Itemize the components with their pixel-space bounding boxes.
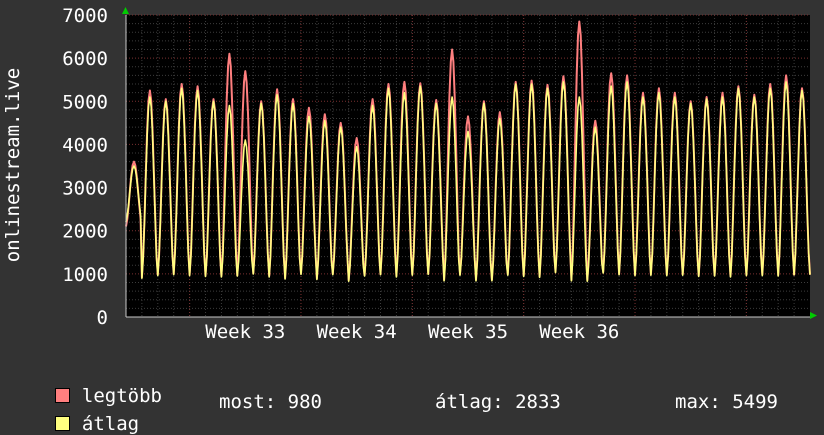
legend-swatch-avg xyxy=(54,416,70,431)
y-tick-label: 4000 xyxy=(62,134,108,156)
stat-current: most: 980 xyxy=(219,391,322,413)
y-tick-label: 3000 xyxy=(62,178,108,200)
stat-average: átlag: 2833 xyxy=(435,391,561,413)
legend-item-avg: átlag xyxy=(32,391,139,435)
stat-max-label: max: xyxy=(675,391,721,413)
y-axis: 0 1000 2000 3000 4000 5000 6000 7000 xyxy=(62,5,108,329)
x-tick-label: Week 34 xyxy=(317,321,397,343)
stat-current-label: most: xyxy=(219,391,277,413)
x-tick-label: Week 35 xyxy=(428,321,508,343)
stat-average-value: 2833 xyxy=(515,391,561,413)
y-tick-label: 1000 xyxy=(62,264,108,286)
y-tick-label: 2000 xyxy=(62,221,108,243)
y-tick-label: 0 xyxy=(97,307,108,329)
x-tick-label: Week 33 xyxy=(205,321,285,343)
x-axis-arrow-icon xyxy=(810,312,817,319)
y-axis-label: onlinestream.live xyxy=(2,68,24,262)
y-axis-arrow-icon xyxy=(122,7,129,14)
legend-label-avg: átlag xyxy=(81,413,140,435)
stat-current-value: 980 xyxy=(287,391,322,413)
y-tick-label: 7000 xyxy=(62,5,108,27)
y-tick-label: 6000 xyxy=(62,48,108,70)
stat-average-label: átlag: xyxy=(435,391,504,413)
x-tick-label: Week 36 xyxy=(539,321,619,343)
stat-max-value: 5499 xyxy=(732,391,778,413)
stat-max: max: 5499 xyxy=(675,391,778,413)
y-tick-label: 5000 xyxy=(62,91,108,113)
